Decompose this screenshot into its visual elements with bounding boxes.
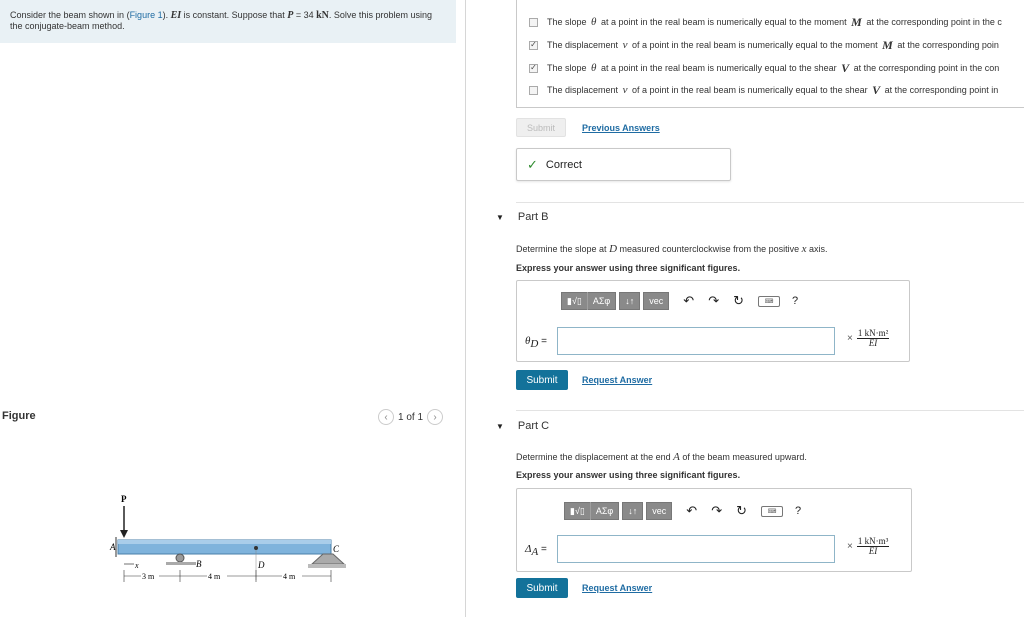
part-b-question: Determine the slope at D measured counte… <box>516 243 828 255</box>
collapse-triangle-icon: ▼ <box>496 212 504 222</box>
templates-button[interactable]: ▮√▯ <box>565 502 591 520</box>
vec-button[interactable]: vec <box>647 502 671 520</box>
part-c-request-answer-link[interactable]: Request Answer <box>582 583 652 593</box>
point-d <box>254 546 258 550</box>
label-b: B <box>196 559 202 569</box>
templates-button[interactable]: ▮√▯ <box>562 292 588 310</box>
option-3-checkbox[interactable]: ✓ <box>529 63 538 73</box>
prev-figure-button[interactable]: ‹ <box>378 409 394 425</box>
problem-panel: Consider the beam shown in (Figure 1). E… <box>0 0 465 617</box>
figure-page-count: 1 of 1 <box>398 411 424 423</box>
option-4[interactable]: The displacement v of a point in the rea… <box>529 83 998 97</box>
reset-icon[interactable]: ↻ <box>733 293 744 309</box>
support-b <box>175 553 185 563</box>
vec-button[interactable]: vec <box>644 292 668 310</box>
arrows-button[interactable]: ↓↑ <box>623 502 642 520</box>
keyboard-icon[interactable]: ⌨ <box>761 505 783 517</box>
math-toolbar: ▮√▯ ΑΣφ ↓↑ vec ↶ ↷ ↻ ⌨ ? <box>561 291 798 311</box>
beam-figure: P A B D C x 3 m 4 m 4 m <box>109 494 346 582</box>
previous-answers-link[interactable]: Previous Answers <box>582 123 660 133</box>
figure-link[interactable]: Figure 1 <box>130 10 163 20</box>
problem-statement: Consider the beam shown in (Figure 1). E… <box>0 0 456 43</box>
part-b-answer-label: θD = <box>525 335 547 350</box>
option-3[interactable]: ✓ The slope θ at a point in the real bea… <box>529 61 999 75</box>
redo-icon[interactable]: ↷ <box>711 503 722 519</box>
part-c-divider <box>516 410 1024 411</box>
part-b-answer-panel: ▮√▯ ΑΣφ ↓↑ vec ↶ ↷ ↻ ⌨ ? θD = × 1 kN·m² E… <box>516 280 910 362</box>
part-c-answer-input[interactable] <box>557 535 835 563</box>
arrows-button[interactable]: ↓↑ <box>620 292 639 310</box>
part-b-submit-button[interactable]: Submit <box>516 370 568 390</box>
label-p: P <box>121 494 127 504</box>
math-toolbar: ▮√▯ ΑΣφ ↓↑ vec ↶ ↷ ↻ ⌨ ? <box>564 501 801 521</box>
greek-button[interactable]: ΑΣφ <box>588 292 615 310</box>
option-2-checkbox[interactable]: ✓ <box>529 40 538 50</box>
collapse-triangle-icon: ▼ <box>496 421 504 431</box>
greek-button[interactable]: ΑΣφ <box>591 502 618 520</box>
figure-pager: ‹ 1 of 1 › <box>378 409 444 425</box>
support-c <box>310 553 346 565</box>
part-c-header[interactable]: ▼ Part C <box>496 419 549 433</box>
figure-heading: Figure <box>2 410 36 422</box>
keyboard-icon[interactable]: ⌨ <box>758 295 780 307</box>
part-c-question: Determine the displacement at the end A … <box>516 451 807 463</box>
part-a-feedback: ✓ Correct <box>516 148 731 181</box>
undo-icon[interactable]: ↶ <box>683 293 694 309</box>
undo-icon[interactable]: ↶ <box>686 503 697 519</box>
part-b-unit: × 1 kN·m² EI <box>847 328 890 348</box>
part-b-answer-input[interactable] <box>557 327 835 355</box>
option-1-checkbox[interactable] <box>529 17 538 27</box>
part-b-divider <box>516 202 1024 203</box>
redo-icon[interactable]: ↷ <box>708 293 719 309</box>
option-1[interactable]: The slope θ at a point in the real beam … <box>529 15 1002 29</box>
option-2[interactable]: ✓ The displacement v of a point in the r… <box>529 38 999 52</box>
part-a-options: The slope θ at a point in the real beam … <box>516 0 1024 108</box>
next-figure-button[interactable]: › <box>427 409 444 425</box>
label-c: C <box>333 544 340 554</box>
answer-panel: The slope θ at a point in the real beam … <box>466 0 1024 617</box>
dim-4m-2: 4 m <box>283 572 296 581</box>
part-c-answer-label: ΔA = <box>525 543 547 558</box>
part-b-instruction: Express your answer using three signific… <box>516 263 741 273</box>
part-b-header[interactable]: ▼ Part B <box>496 210 549 224</box>
check-icon: ✓ <box>527 156 538 172</box>
part-b-request-answer-link[interactable]: Request Answer <box>582 375 652 385</box>
help-button[interactable]: ? <box>792 295 798 307</box>
label-a: A <box>109 542 116 552</box>
part-c-unit: × 1 kN·m³ EI <box>847 536 890 556</box>
dim-3m: 3 m <box>142 572 155 581</box>
part-c-submit-button[interactable]: Submit <box>516 578 568 598</box>
option-4-checkbox[interactable] <box>529 85 538 95</box>
part-a-submit-button[interactable]: Submit <box>516 118 566 137</box>
part-c-instruction: Express your answer using three signific… <box>516 470 741 480</box>
dim-4m-1: 4 m <box>208 572 221 581</box>
reset-icon[interactable]: ↻ <box>736 503 747 519</box>
label-x: x <box>134 561 139 570</box>
part-c-answer-panel: ▮√▯ ΑΣφ ↓↑ vec ↶ ↷ ↻ ⌨ ? ΔA = × 1 kN·m³ E… <box>516 488 912 572</box>
help-button[interactable]: ? <box>795 505 801 517</box>
label-d: D <box>257 560 265 570</box>
